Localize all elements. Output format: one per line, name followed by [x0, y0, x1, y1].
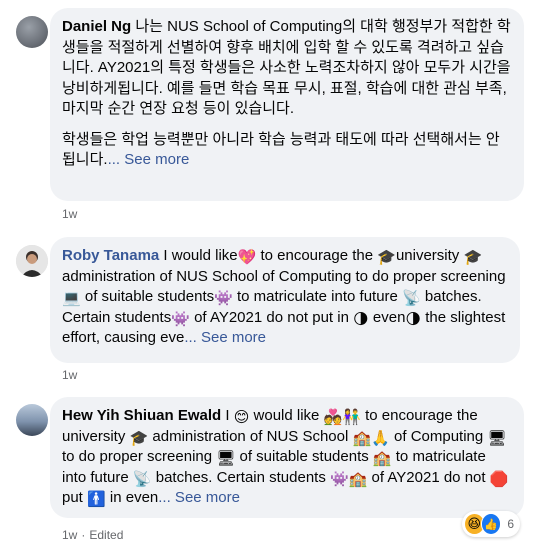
graduation-cap-icon: 🎓: [377, 249, 396, 266]
laptop-icon: 💻: [62, 290, 81, 307]
half-moon-icon: 🌗: [405, 310, 422, 328]
see-more-link[interactable]: ... See more: [184, 329, 266, 346]
alien-monster-icon: 👾: [171, 310, 190, 328]
couple-icon: 👫: [342, 409, 361, 426]
comment-body: Hew Yih Shiuan Ewald I 😊 would like 💑👫 t…: [62, 406, 512, 509]
comment-bubble: Hew Yih Shiuan Ewald I 😊 would like 💑👫 t…: [50, 397, 524, 518]
comment-text: university: [395, 247, 464, 264]
see-more-link[interactable]: ... See more: [108, 151, 190, 168]
comment-text: would like: [249, 407, 324, 424]
comment-text: in even: [105, 489, 159, 506]
graduation-cap-icon: 🎓: [129, 429, 149, 447]
timestamp[interactable]: 1w: [62, 207, 77, 221]
couple-with-heart-icon: 💑: [323, 409, 343, 426]
school-icon: 🏫: [348, 470, 368, 488]
avatar[interactable]: [16, 16, 48, 48]
comment-text: I would like: [159, 247, 238, 264]
comment-text: administration of NUS School of Computin…: [62, 267, 506, 285]
comment-body: Roby Tanama I would like💖 to encourage t…: [62, 246, 508, 349]
comment-thread: Daniel Ng 나는 NUS School of Computing의 대학…: [0, 0, 543, 556]
school-icon: 🏫: [372, 450, 392, 467]
avatar-image: [16, 245, 48, 277]
comment-text: of AY2021 do not put in: [189, 308, 354, 326]
comment-text: of suitable students: [80, 288, 215, 305]
meta-separator: ·: [81, 528, 86, 542]
alien-monster-icon: 👾: [214, 290, 233, 307]
like-icon: 👍: [480, 513, 502, 535]
comment-meta: 1w: [62, 368, 77, 382]
see-more-link[interactable]: ... See more: [158, 489, 240, 506]
half-moon-icon: 🌗: [353, 310, 369, 328]
comment-author[interactable]: Roby Tanama: [62, 247, 159, 264]
timestamp[interactable]: 1w: [62, 528, 77, 542]
comment-text: I: [221, 407, 234, 424]
school-icon: 🏫: [352, 429, 372, 447]
smiling-face-icon: 😊: [233, 409, 250, 426]
satellite-dish-icon: 📡: [132, 470, 152, 488]
comment-meta: 1w · Edited: [62, 528, 123, 542]
edited-label[interactable]: Edited: [89, 528, 123, 542]
alien-monster-icon: 👾: [330, 470, 349, 488]
comment-text: to encourage the: [256, 247, 378, 264]
comment-bubble: Daniel Ng 나는 NUS School of Computing의 대학…: [50, 8, 524, 201]
comment-text: to do proper screening: [62, 448, 217, 465]
comment-text: batches. Certain students: [151, 468, 331, 486]
comment-text: even: [368, 308, 406, 326]
desktop-computer-icon: 🖥: [216, 450, 236, 467]
comment-text: put: [62, 489, 88, 506]
comment-bubble: Roby Tanama I would like💖 to encourage t…: [50, 237, 520, 363]
comment-text: of AY2021 do not: [367, 468, 490, 486]
graduation-cap-icon: 🎓: [463, 249, 483, 266]
comment-text: to matriculate into future: [232, 288, 403, 305]
comment-text: of suitable students: [235, 448, 373, 465]
avatar[interactable]: [16, 404, 48, 436]
mens-room-icon: 🚹: [87, 491, 106, 508]
sparkling-heart-icon: 💖: [237, 249, 257, 266]
avatar[interactable]: [16, 245, 48, 277]
folded-hands-icon: 🙏: [371, 429, 390, 447]
desktop-computer-icon: 🖥: [487, 429, 507, 447]
reaction-count: 6: [507, 517, 514, 531]
comment-body: Daniel Ng 나는 NUS School of Computing의 대학…: [62, 17, 512, 120]
comment-text: administration of NUS School: [148, 427, 353, 445]
reactions-summary[interactable]: 😆 👍 6: [462, 511, 520, 537]
comment-text: of Computing: [389, 427, 488, 445]
timestamp[interactable]: 1w: [62, 368, 77, 382]
comment-meta: 1w: [62, 207, 77, 221]
comment-author[interactable]: Hew Yih Shiuan Ewald: [62, 407, 221, 424]
stop-sign-icon: 🛑: [489, 470, 509, 488]
satellite-dish-icon: 📡: [402, 290, 421, 307]
comment-text-paragraph-2: 학생들은 학업 능력뿐만 아니라 학습 능력과 태도에 따라 선택해서는 안됩니…: [62, 130, 512, 171]
comment-author[interactable]: Daniel Ng: [62, 18, 131, 35]
